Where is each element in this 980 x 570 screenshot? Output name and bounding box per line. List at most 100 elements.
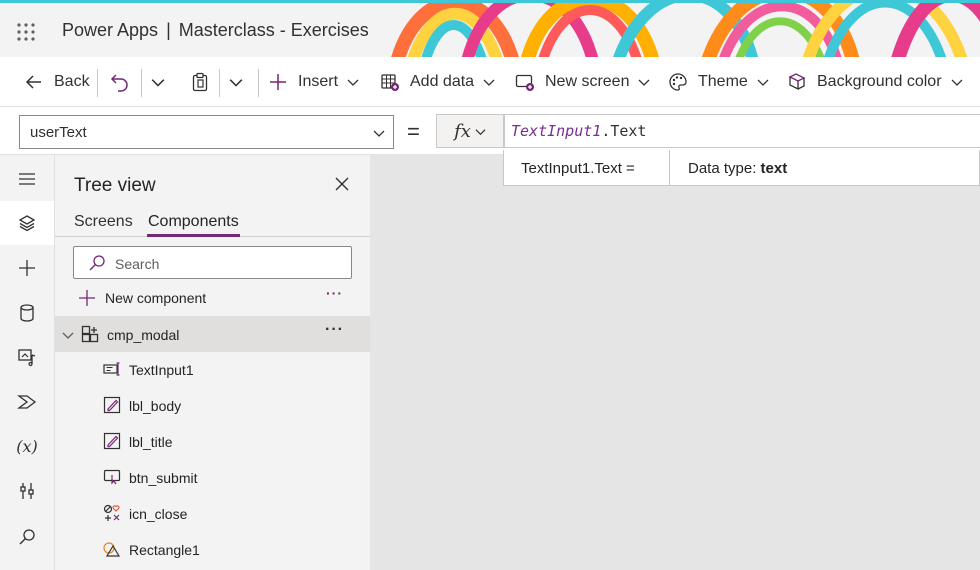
search-box[interactable]: Search	[73, 246, 352, 279]
rail-tree-view-button[interactable]	[0, 201, 54, 245]
rail-media-button[interactable]	[0, 335, 54, 379]
new-screen-label: New screen	[545, 73, 630, 90]
rail-search-button[interactable]	[0, 515, 54, 559]
function-button[interactable]: fx	[436, 114, 504, 148]
tree-node-component[interactable]: cmp_modal ···	[55, 316, 370, 352]
rail-tools-button[interactable]	[0, 469, 54, 513]
tree-node-child[interactable]: lbl_body	[55, 388, 370, 424]
insert-label: Insert	[298, 73, 339, 90]
menu-icon	[19, 173, 35, 185]
close-icon[interactable]	[333, 175, 351, 193]
chevron-down-icon	[373, 130, 385, 137]
search-icon	[89, 255, 105, 271]
document-title: Masterclass - Exercises	[178, 20, 369, 40]
property-dropdown[interactable]: userText	[19, 115, 394, 149]
left-rail: (x)	[0, 155, 55, 570]
app-launcher-icon[interactable]	[16, 22, 36, 42]
child-name: icn_close	[129, 506, 188, 522]
tab-screens[interactable]: Screens	[74, 213, 133, 231]
fx-icon: fx	[454, 120, 471, 142]
add-data-label: Add data	[410, 73, 475, 90]
child-name: lbl_body	[129, 398, 182, 414]
tree-node-child[interactable]: btn_submit	[55, 460, 370, 496]
tree-view-icon	[18, 215, 36, 232]
title-separator: |	[166, 20, 171, 40]
insert-icon	[19, 260, 35, 276]
paste-dropdown-button[interactable]	[220, 57, 243, 107]
rail-insert-button[interactable]	[0, 246, 54, 290]
formula-property: .Text	[601, 122, 647, 140]
plus-icon	[79, 290, 95, 306]
design-canvas[interactable]	[370, 155, 980, 570]
data-type-info: Data type: text	[688, 160, 787, 177]
chevron-down-icon[interactable]	[62, 329, 74, 341]
panel-title: Tree view	[74, 175, 156, 196]
undo-dropdown-button[interactable]	[142, 57, 165, 107]
component-name: cmp_modal	[107, 327, 180, 343]
data-icon	[20, 304, 34, 322]
formula-result-popup: TextInput1.Text = Data type: text	[503, 150, 980, 186]
formula-input[interactable]: TextInput1.Text	[504, 114, 980, 148]
formula-bar: userText = fx TextInput1.Text	[0, 107, 980, 155]
toolbar-divider	[97, 69, 98, 97]
component-icon	[81, 325, 99, 343]
chevron-down-icon	[151, 79, 165, 87]
chevron-down-icon	[483, 79, 495, 86]
shapes-icon	[103, 542, 121, 557]
chevron-down-icon	[757, 79, 769, 86]
title-bar: Power Apps | Masterclass - Exercises	[0, 0, 980, 57]
button-icon	[103, 469, 121, 485]
tab-components[interactable]: Components	[148, 213, 239, 231]
background-color-label: Background color	[817, 73, 942, 90]
icons-icon	[103, 504, 120, 521]
child-name: TextInput1	[129, 362, 194, 378]
formula-result-expression: TextInput1.Text =	[521, 160, 635, 177]
new-component-button[interactable]: New component ···	[55, 285, 370, 311]
tree-tabs: Screens Components	[55, 207, 370, 237]
equals-sign: =	[407, 119, 420, 144]
label-icon	[103, 396, 121, 414]
background-color-button[interactable]: Background color	[787, 57, 963, 107]
chevron-down-icon	[951, 79, 962, 86]
text-input-icon	[103, 362, 120, 376]
more-options-icon[interactable]: ···	[325, 321, 344, 339]
chevron-down-icon	[639, 79, 650, 86]
back-arrow-icon	[25, 75, 41, 89]
tree-node-child[interactable]: Rectangle1	[55, 532, 370, 568]
active-tab-indicator	[147, 234, 240, 237]
label-icon	[103, 432, 121, 450]
new-screen-button[interactable]: New screen	[515, 57, 650, 107]
tools-icon	[20, 483, 34, 499]
rail-variables-button[interactable]: (x)	[0, 424, 54, 468]
chevron-down-icon	[229, 79, 243, 87]
paste-button[interactable]	[190, 57, 220, 107]
rail-menu-button[interactable]	[0, 157, 54, 201]
theme-button[interactable]: Theme	[668, 57, 769, 107]
rail-power-automate-button[interactable]	[0, 380, 54, 424]
search-icon	[19, 529, 35, 545]
child-name: lbl_title	[129, 434, 173, 450]
add-data-button[interactable]: Add data	[380, 57, 495, 107]
toolbar-divider	[258, 69, 259, 97]
back-label: Back	[54, 73, 90, 90]
new-screen-icon	[515, 74, 534, 91]
command-bar: Back Insert Add data New screen Theme Ba…	[0, 57, 980, 107]
theme-label: Theme	[698, 73, 748, 90]
more-options-icon[interactable]: ···	[326, 285, 343, 301]
background-fill-icon	[788, 73, 806, 91]
tree-view-panel: Tree view Screens Components Search New …	[55, 155, 370, 570]
tree-node-child[interactable]: icn_close	[55, 496, 370, 532]
chevron-down-icon	[475, 128, 486, 135]
insert-button[interactable]: Insert	[268, 57, 359, 107]
undo-icon	[110, 74, 128, 92]
rail-data-button[interactable]	[0, 291, 54, 335]
new-component-label: New component	[105, 290, 207, 306]
tree-node-child[interactable]: lbl_title	[55, 424, 370, 460]
data-type-value: text	[760, 160, 788, 177]
back-button[interactable]: Back	[24, 57, 90, 107]
undo-button[interactable]	[110, 57, 140, 107]
child-name: Rectangle1	[129, 542, 200, 558]
tree-node-child[interactable]: TextInput1	[55, 352, 370, 388]
add-data-icon	[381, 74, 399, 91]
paste-icon	[192, 72, 208, 92]
